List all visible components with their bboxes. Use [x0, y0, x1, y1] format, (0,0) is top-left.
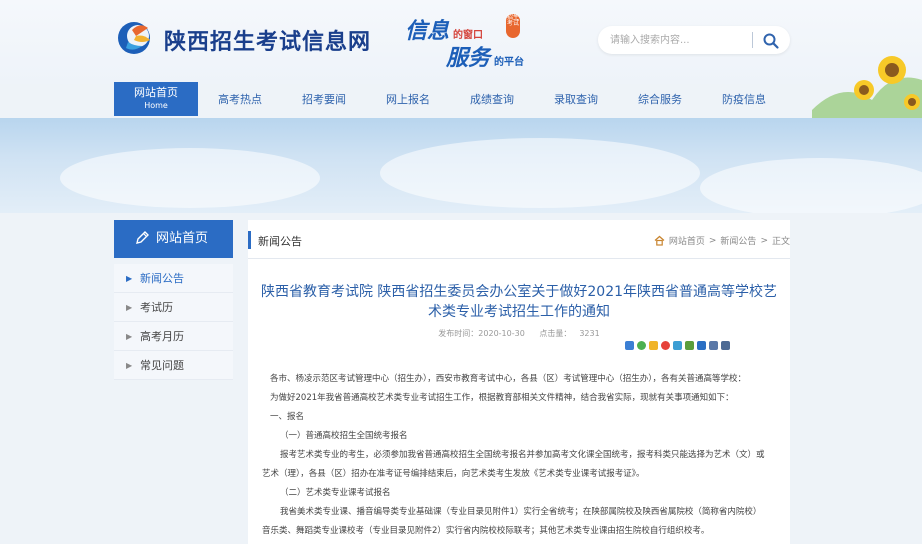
- nav-item-home[interactable]: 网站首页 Home: [114, 82, 198, 116]
- triangle-right-icon: ▶: [126, 274, 133, 283]
- slogan-line1-text: 信息: [405, 18, 450, 44]
- banner-cloud: [60, 148, 320, 208]
- section-header: 新闻公告 网站首页 > 新闻公告 > 正文: [248, 230, 790, 250]
- sidebar-item-gaokao-calendar[interactable]: ▶ 高考月历: [114, 322, 233, 351]
- article-paragraph: （二）艺术类专业课考试报名: [280, 488, 391, 498]
- slogan-line2-sub: 的平台: [494, 57, 525, 68]
- main-content: 新闻公告 网站首页 > 新闻公告 > 正文 陕西省教育考试院 陕西省招生委员会办…: [248, 220, 790, 544]
- share-print-icon[interactable]: [721, 341, 730, 350]
- share-weibo-icon[interactable]: [661, 341, 670, 350]
- sidebar-item-label: 新闻公告: [140, 272, 184, 285]
- slogan-line2: 服务 的平台: [446, 40, 524, 72]
- sidebar-header: 网站首页: [114, 220, 233, 258]
- article-body: 各市、杨凌示范区考试管理中心（招生办），西安市教育考试中心，各县（区）考试管理中…: [262, 370, 790, 541]
- share-douban-icon[interactable]: [685, 341, 694, 350]
- share-qzone-icon[interactable]: [649, 341, 658, 350]
- breadcrumb-home-link[interactable]: 网站首页: [669, 234, 705, 247]
- nav-item-services[interactable]: 综合服务: [618, 84, 702, 116]
- nav-item-sublabel: Home: [144, 101, 168, 110]
- breadcrumb-separator: >: [708, 235, 717, 246]
- views-info: 点击量： 3231: [539, 329, 599, 338]
- article-paragraph: 音乐类、舞蹈类专业课校考（专业目录见附件2）实行省内院校校际联考；其他艺术类专业…: [262, 526, 710, 536]
- publish-info: 发布时间：2020-10-30: [438, 329, 525, 338]
- sidebar-list: ▶ 新闻公告 ▶ 考试历 ▶ 高考月历 ▶ 常见问题: [114, 264, 233, 380]
- slogan-line2-text: 服务: [446, 45, 491, 71]
- views-label: 点击量：: [539, 329, 572, 338]
- article-title-line1: 陕西省教育考试院 陕西省招生委员会办公室关于做好2021年陕西省普通高等学校艺: [260, 284, 778, 300]
- share-email-icon[interactable]: [709, 341, 718, 350]
- sidebar-item-label: 常见问题: [140, 359, 184, 372]
- publish-label: 发布时间：: [438, 329, 479, 338]
- article-title: 陕西省教育考试院 陕西省招生委员会办公室关于做好2021年陕西省普通高等学校艺 …: [248, 282, 790, 322]
- publish-date: 2020-10-30: [478, 329, 525, 338]
- share-tencent-icon[interactable]: [673, 341, 682, 350]
- triangle-right-icon: ▶: [126, 332, 133, 341]
- sidebar-item-label: 考试历: [140, 301, 173, 314]
- breadcrumb-news-link[interactable]: 新闻公告: [720, 234, 756, 247]
- share-plus-icon[interactable]: [625, 341, 634, 350]
- pen-icon: [136, 231, 149, 244]
- section-title: 新闻公告: [258, 235, 302, 248]
- breadcrumb-current: 正文: [771, 237, 790, 247]
- article-paragraph: 一、报名: [270, 412, 305, 422]
- article-paragraph: 为做好2021年我省普通高校艺术类专业考试招生工作，根据教育部相关文件精神，结合…: [270, 393, 734, 403]
- sidebar-item-faq[interactable]: ▶ 常见问题: [114, 351, 233, 380]
- article-meta: 发布时间：2020-10-30 点击量： 3231: [248, 328, 790, 339]
- banner-cloud: [380, 138, 700, 208]
- main-nav: 网站首页 Home 高考热点 招考要闻 网上报名 成绩查询 录取查询 综合服务 …: [114, 82, 786, 116]
- article-paragraph: 艺术（理），各县（区）招办在准考证号编排结束后，向艺术类考生发放《艺术类专业课考…: [262, 469, 645, 479]
- article-paragraph: 报考艺术类专业的考生，必须参加我省普通高校招生全国统考报名并参加高考文化课全国统…: [280, 450, 765, 460]
- nav-item-score-query[interactable]: 成绩查询: [450, 84, 534, 116]
- nav-item-online-registration[interactable]: 网上报名: [366, 84, 450, 116]
- home-icon: [654, 235, 665, 246]
- nav-item-exam-hotspot[interactable]: 高考热点: [198, 84, 282, 116]
- breadcrumb: 网站首页 > 新闻公告 > 正文: [654, 234, 790, 247]
- banner-cloud: [700, 158, 922, 213]
- share-renren-icon[interactable]: [697, 341, 706, 350]
- article-paragraph: （一）普通高校招生全国统考报名: [280, 431, 408, 441]
- article-paragraph: 各市、杨凌示范区考试管理中心（招生办），西安市教育考试中心，各县（区）考试管理中…: [270, 374, 747, 384]
- sidebar-item-news[interactable]: ▶ 新闻公告: [114, 264, 233, 293]
- share-bar: [625, 341, 730, 350]
- sidebar-title: 网站首页: [156, 231, 209, 246]
- sidebar-item-label: 高考月历: [140, 330, 184, 343]
- triangle-right-icon: ▶: [126, 361, 133, 370]
- site-header: 陕西招生考试信息网 信息 的窗口 招生考试 服务 的平台: [0, 0, 922, 120]
- share-wechat-icon[interactable]: [637, 341, 646, 350]
- site-name[interactable]: 陕西招生考试信息网: [164, 24, 371, 56]
- search-input[interactable]: [610, 31, 748, 49]
- nav-item-admission-query[interactable]: 录取查询: [534, 84, 618, 116]
- triangle-right-icon: ▶: [126, 303, 133, 312]
- site-logo-icon[interactable]: [114, 16, 158, 56]
- banner: [0, 118, 922, 213]
- breadcrumb-separator: >: [760, 235, 768, 246]
- nav-item-label: 网站首页: [134, 86, 178, 99]
- nav-item-epidemic-info[interactable]: 防疫信息: [702, 84, 786, 116]
- article-paragraph: 我省美术类专业课、播音编导类专业基础课（专业目录见附件1）实行全省统考；在陕部属…: [280, 507, 762, 517]
- slogan-badge-text: 招生考试: [506, 14, 519, 27]
- nav-item-news[interactable]: 招考要闻: [282, 84, 366, 116]
- article-title-line2: 术类专业考试招生工作的通知: [428, 304, 610, 320]
- section-accent-bar: [248, 231, 251, 249]
- slogan-badge: 招生考试: [506, 14, 520, 38]
- views-count: 3231: [579, 329, 600, 338]
- divider: [248, 258, 790, 259]
- sidebar: 网站首页 ▶ 新闻公告 ▶ 考试历 ▶ 高考月历 ▶ 常见问题: [114, 220, 233, 382]
- sidebar-item-exam-calendar[interactable]: ▶ 考试历: [114, 293, 233, 322]
